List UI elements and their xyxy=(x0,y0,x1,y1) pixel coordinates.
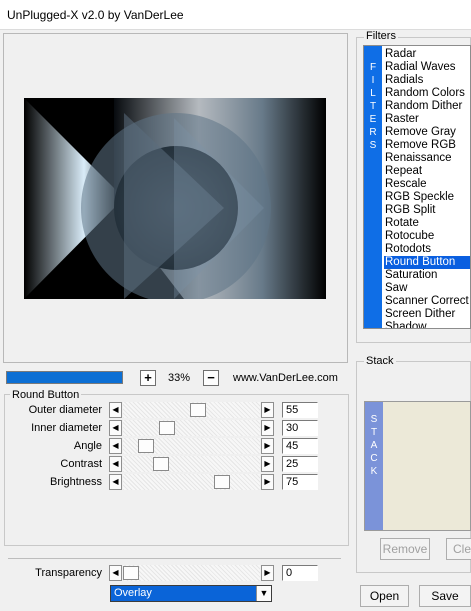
slider-label: Outer diameter xyxy=(28,404,102,416)
slider-track[interactable] xyxy=(123,565,260,581)
filter-item[interactable]: Rotodots xyxy=(384,243,470,256)
title-bar: UnPlugged-X v2.0 by VanDerLee xyxy=(0,0,471,30)
filter-item[interactable]: Saturation xyxy=(384,269,470,282)
clear-button[interactable]: Clear xyxy=(446,538,471,560)
slider-track[interactable] xyxy=(123,456,260,472)
filter-item[interactable]: Rescale xyxy=(384,178,470,191)
filter-item[interactable]: RGB Speckle xyxy=(384,191,470,204)
strip-letter: R xyxy=(369,127,377,138)
value-field[interactable]: 45 xyxy=(282,438,318,454)
strip-letter: S xyxy=(369,140,377,151)
filter-item[interactable]: Radial Waves xyxy=(384,61,470,74)
arrow-right-icon[interactable]: ▶ xyxy=(261,456,274,472)
filter-item[interactable]: Saw xyxy=(384,282,470,295)
blend-mode-select[interactable]: Overlay ▼ xyxy=(110,585,272,602)
filter-item[interactable]: Raster xyxy=(384,113,470,126)
value-field[interactable]: 30 xyxy=(282,420,318,436)
filter-item[interactable]: Round Button xyxy=(384,256,470,269)
filters-strip: FILTERS xyxy=(364,46,382,328)
slider-label: Inner diameter xyxy=(31,422,102,434)
slider-track[interactable] xyxy=(123,474,260,490)
slider[interactable]: ◀ ▶ xyxy=(109,456,274,472)
arrow-left-icon[interactable]: ◀ xyxy=(109,438,122,454)
chevron-down-icon[interactable]: ▼ xyxy=(256,586,271,601)
filter-item[interactable]: Random Colors xyxy=(384,87,470,100)
value-field[interactable]: 25 xyxy=(282,456,318,472)
filter-item[interactable]: Random Dither xyxy=(384,100,470,113)
filter-item[interactable]: RGB Split xyxy=(384,204,470,217)
filter-item[interactable]: Shadow xyxy=(384,321,470,328)
filter-item[interactable]: Radar xyxy=(384,48,470,61)
slider[interactable]: ◀ ▶ xyxy=(109,402,274,418)
value-field[interactable]: 0 xyxy=(282,565,318,581)
parameters-title: Round Button xyxy=(10,389,82,401)
strip-letter: F xyxy=(369,62,377,73)
filter-item[interactable]: Rotate xyxy=(384,217,470,230)
slider-thumb[interactable] xyxy=(214,475,230,489)
remove-button[interactable]: Remove xyxy=(380,538,430,560)
strip-letter: T xyxy=(369,101,377,112)
slider[interactable]: ◀ ▶ xyxy=(109,474,274,490)
stack-strip: STACK xyxy=(365,402,383,530)
strip-letter: S xyxy=(370,414,378,425)
progress-bar xyxy=(6,371,123,384)
website-link[interactable]: www.VanDerLee.com xyxy=(233,372,338,384)
strip-letter: T xyxy=(370,427,378,438)
filter-item[interactable]: Screen Dither xyxy=(384,308,470,321)
strip-letter: I xyxy=(371,75,375,86)
value-field[interactable]: 75 xyxy=(282,474,318,490)
arrow-right-icon[interactable]: ▶ xyxy=(261,474,274,490)
slider-label: Brightness xyxy=(50,476,102,488)
filter-item[interactable]: Remove RGB xyxy=(384,139,470,152)
strip-letter: E xyxy=(369,114,377,125)
arrow-left-icon[interactable]: ◀ xyxy=(109,565,122,581)
stack-title: Stack xyxy=(364,355,396,367)
filter-item[interactable]: Remove Gray xyxy=(384,126,470,139)
stack-list[interactable]: STACK xyxy=(364,401,471,531)
filters-title: Filters xyxy=(364,30,398,42)
zoom-in-button[interactable]: + xyxy=(140,370,156,386)
filter-item[interactable]: Radials xyxy=(384,74,470,87)
open-button[interactable]: Open xyxy=(360,585,409,607)
window-title: UnPlugged-X v2.0 by VanDerLee xyxy=(7,8,184,22)
slider-thumb[interactable] xyxy=(153,457,169,471)
arrow-left-icon[interactable]: ◀ xyxy=(109,474,122,490)
strip-letter: A xyxy=(370,440,378,451)
arrow-left-icon[interactable]: ◀ xyxy=(109,402,122,418)
preview-image xyxy=(24,98,326,299)
arrow-right-icon[interactable]: ▶ xyxy=(261,402,274,418)
strip-letter: C xyxy=(370,453,378,464)
slider[interactable]: ◀ ▶ xyxy=(109,420,274,436)
slider-thumb[interactable] xyxy=(190,403,206,417)
value-field[interactable]: 55 xyxy=(282,402,318,418)
slider[interactable]: ◀ ▶ xyxy=(109,438,274,454)
filter-item[interactable]: Repeat xyxy=(384,165,470,178)
slider-label: Transparency xyxy=(35,567,102,579)
slider-track[interactable] xyxy=(123,420,260,436)
slider-thumb[interactable] xyxy=(159,421,175,435)
arrow-right-icon[interactable]: ▶ xyxy=(261,565,274,581)
progress-fill xyxy=(7,372,122,383)
filters-list[interactable]: FILTERS Radar Radial Waves Radials Random C… xyxy=(363,45,471,329)
slider[interactable]: ◀ ▶ xyxy=(109,565,274,581)
filter-item[interactable]: Scanner Correct xyxy=(384,295,470,308)
arrow-right-icon[interactable]: ▶ xyxy=(261,438,274,454)
slider-thumb[interactable] xyxy=(138,439,154,453)
zoom-level: 33% xyxy=(168,372,191,384)
divider xyxy=(8,558,341,559)
slider-thumb[interactable] xyxy=(123,566,139,580)
strip-letter: L xyxy=(370,88,376,99)
slider-label: Contrast xyxy=(60,458,102,470)
save-button[interactable]: Save xyxy=(419,585,471,607)
blend-mode-value: Overlay xyxy=(114,587,152,599)
slider-label: Angle xyxy=(73,440,102,452)
zoom-out-button[interactable]: − xyxy=(203,370,219,386)
arrow-left-icon[interactable]: ◀ xyxy=(109,456,122,472)
filter-item[interactable]: Renaissance xyxy=(384,152,470,165)
strip-letter: K xyxy=(370,466,378,477)
arrow-left-icon[interactable]: ◀ xyxy=(109,420,122,436)
arrow-right-icon[interactable]: ▶ xyxy=(261,420,274,436)
filter-item[interactable]: Rotocube xyxy=(384,230,470,243)
